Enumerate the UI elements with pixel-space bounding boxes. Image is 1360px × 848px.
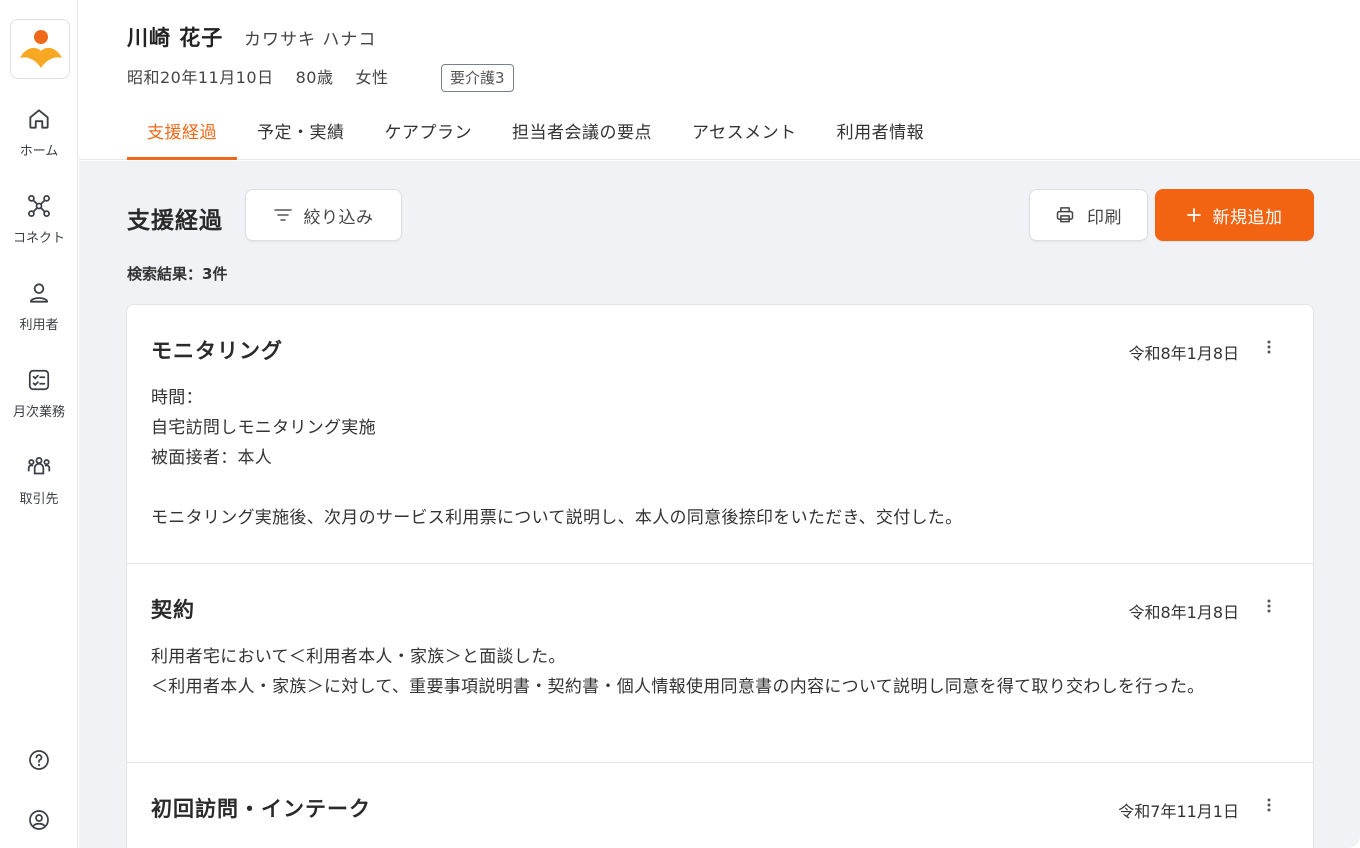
user-icon [29,283,49,303]
record-item[interactable]: 契約 令和8年1月8日 利用者宅において＜利用者本人・家族＞と面談した。 ＜利用… [127,564,1313,763]
filter-icon [273,209,292,221]
tab-meeting-notes[interactable]: 担当者会議の要点 [492,106,672,160]
print-label: 印刷 [1087,207,1122,228]
tab-support-progress[interactable]: 支援経過 [127,106,237,160]
connect-icon [28,195,50,217]
checklist-icon [28,369,50,391]
patient-info: 昭和20年11月10日 80歳 女性 [127,64,410,88]
more-options-icon[interactable] [1261,339,1277,359]
group-icon [27,457,51,475]
patient-kana: カワサキ ハナコ [244,30,377,50]
print-button[interactable]: 印刷 [1029,189,1148,241]
tab-bar: 支援経過 予定・実績 ケアプラン 担当者会議の要点 アセスメント 利用者情報 [127,106,944,160]
age: 80歳 [295,68,334,87]
more-options-icon[interactable] [1261,797,1277,817]
record-item[interactable]: 初回訪問・インテーク 令和7年11月1日 [127,763,1313,848]
care-level-badge: 要介護3 [441,64,514,92]
page-title: 支援経過 [127,208,223,234]
birthdate: 昭和20年11月10日 [127,68,274,87]
sidebar-item-partners[interactable]: 取引先 [0,454,78,507]
record-item[interactable]: モニタリング 令和8年1月8日 時間： 自宅訪問しモニタリング実施 被面接者：本… [127,305,1313,564]
tab-schedule[interactable]: 予定・実績 [237,106,365,160]
plus-icon [1186,208,1201,222]
sidebar-item-label: ホーム [19,144,59,159]
sidebar-item-connect[interactable]: コネクト [0,193,78,246]
patient-name: 川崎 花子 [127,26,224,50]
home-icon [29,109,49,129]
sidebar-item-label: 月次業務 [12,405,65,420]
sidebar-item-monthly[interactable]: 月次業務 [0,367,78,420]
record-title: 契約 [151,598,195,622]
gender: 女性 [355,68,389,87]
patient-header: 川崎 花子 カワサキ ハナコ 昭和20年11月10日 80歳 女性 要介護3 支援経… [79,0,1360,160]
app-logo[interactable] [10,19,70,79]
sidebar-item-label: 取引先 [19,492,59,507]
main-content: 支援経過 絞り込み 印刷 新規追加 検索結果：3件 モニタリング 令和8年1月8… [79,161,1360,848]
account-icon[interactable] [27,808,51,832]
more-options-icon[interactable] [1261,598,1277,618]
sidebar-item-label: コネクト [12,231,65,246]
filter-label: 絞り込み [303,207,374,228]
add-label: 新規追加 [1212,207,1283,228]
logo-icon [20,30,62,68]
sidebar: ホーム コネクト 利用者 月次業務 取引先 [0,0,78,848]
record-date: 令和8年1月8日 [1128,603,1239,622]
sidebar-item-home[interactable]: ホーム [0,106,78,159]
tab-assessment[interactable]: アセスメント [672,106,817,160]
sidebar-item-label: 利用者 [19,318,59,333]
record-body: 利用者宅において＜利用者本人・家族＞と面談した。 ＜利用者本人・家族＞に対して、… [151,647,1205,697]
record-title: モニタリング [151,339,283,363]
tab-user-info[interactable]: 利用者情報 [817,106,945,160]
add-new-button[interactable]: 新規追加 [1155,189,1314,241]
tab-care-plan[interactable]: ケアプラン [365,106,493,160]
help-icon[interactable] [27,748,51,772]
filter-button[interactable]: 絞り込み [245,189,402,241]
records-list: モニタリング 令和8年1月8日 時間： 自宅訪問しモニタリング実施 被面接者：本… [126,304,1314,848]
record-date: 令和8年1月8日 [1128,344,1239,363]
printer-icon [1056,207,1074,223]
sidebar-item-users[interactable]: 利用者 [0,280,78,333]
result-count: 検索結果：3件 [127,265,228,283]
record-date: 令和7年11月1日 [1118,802,1239,821]
record-body: 時間： 自宅訪問しモニタリング実施 被面接者：本人 モニタリング実施後、次月のサ… [151,388,963,528]
